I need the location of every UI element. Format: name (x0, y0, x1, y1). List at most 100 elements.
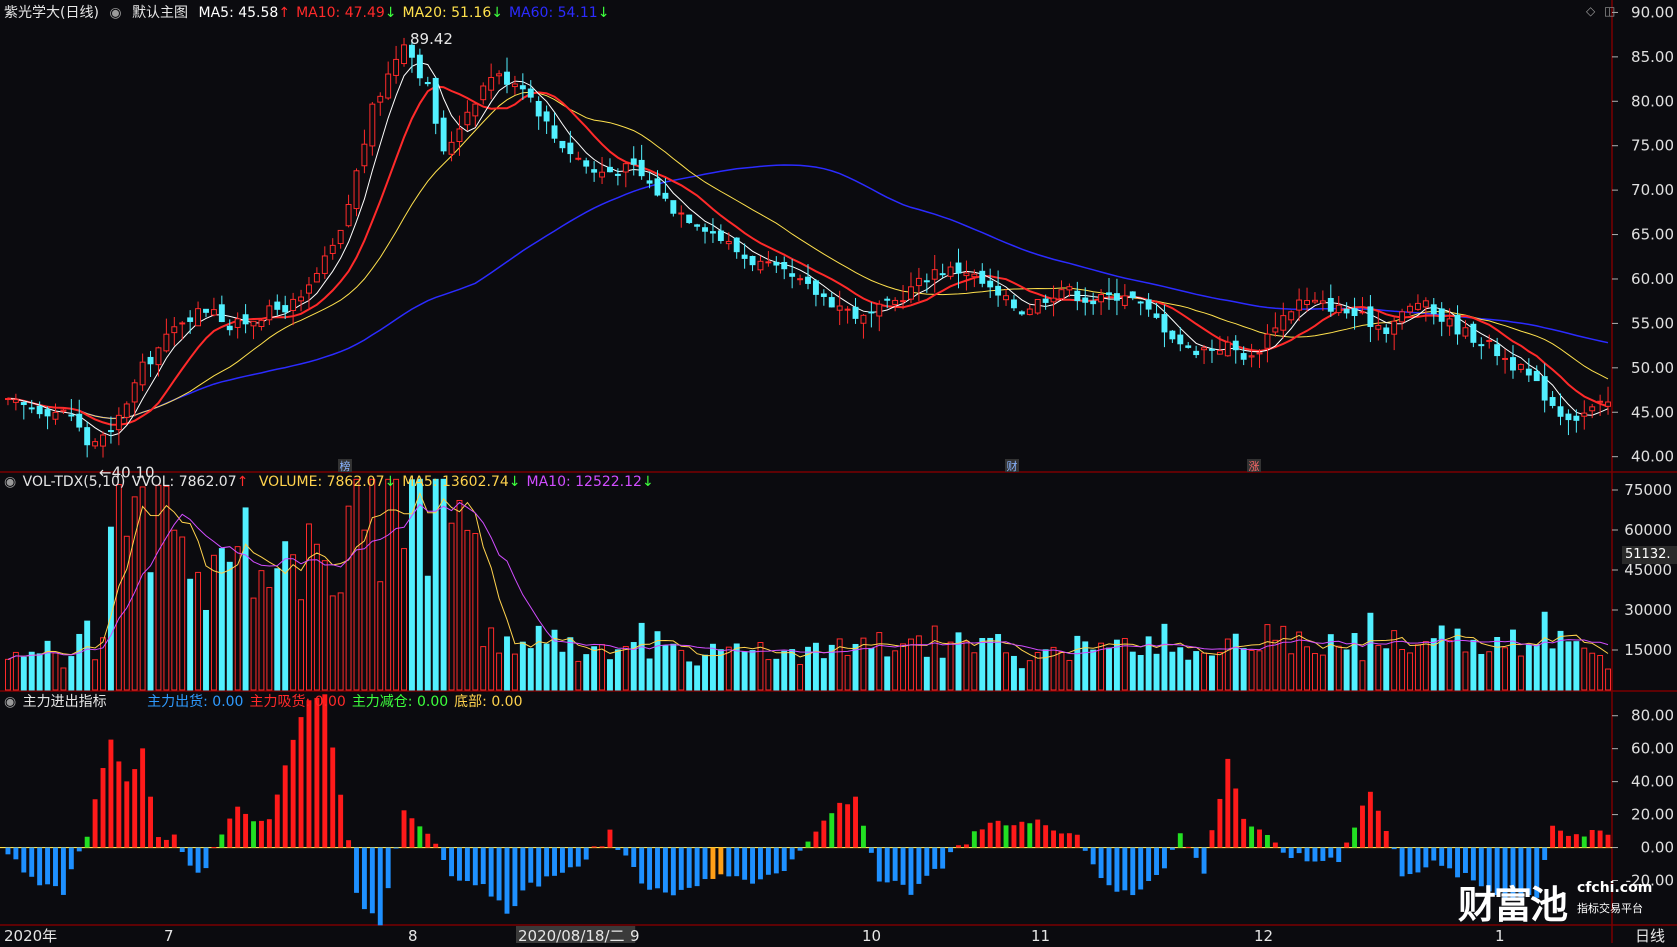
candle-up (329, 244, 336, 254)
indicator-bar-negative (639, 847, 645, 884)
stock-title[interactable]: 紫光学大(日线) (4, 5, 99, 21)
volume-bar-down (1185, 659, 1192, 691)
candle-down (1137, 301, 1144, 304)
indicator-bar-positive (1217, 798, 1223, 848)
candle-up (195, 308, 202, 327)
volume-bar-up (876, 632, 883, 691)
ma20-line (7, 91, 1609, 419)
candle-up (1399, 311, 1406, 323)
price-tick-label: 60.00 (1631, 270, 1674, 288)
volume-bar-up (464, 529, 471, 691)
candle-up (298, 296, 304, 302)
candle-up (836, 305, 843, 311)
indicator-bar-negative (876, 847, 882, 882)
indicator-bar-positive (1367, 791, 1373, 848)
indicator-bar-negative (1439, 847, 1445, 866)
volume-bar-down (28, 651, 35, 691)
candle-down (44, 409, 51, 417)
collapse-circle-icon[interactable]: ◉ (4, 474, 16, 490)
indicator-bar-negative (900, 847, 906, 885)
settings-circle-icon[interactable]: ◉ (109, 5, 121, 21)
volume-bar-up (1248, 649, 1255, 691)
main-chart-name[interactable]: 默认主图 (132, 5, 188, 21)
indicator-bar-negative (1399, 847, 1405, 877)
stock-chart-window[interactable]: 40.00 45.00 50.00 55.00 60.00 65.00 70.00 75.00… (0, 0, 1677, 945)
indicator-bar-negative (1328, 847, 1334, 858)
candle-up (139, 361, 146, 386)
indicator-bar-positive (956, 845, 961, 848)
indicator-bar-negative (45, 847, 51, 885)
collapse-circle-icon[interactable]: ◉ (4, 694, 16, 710)
volume-bar-up (448, 522, 455, 691)
indicator-bar-positive (971, 831, 977, 848)
volume-bar-down (567, 637, 574, 691)
indicator-bar-positive (821, 820, 827, 848)
volume-bar-down (416, 478, 423, 691)
ma-legend-item-arrow-0: ↑ (278, 5, 291, 21)
volume-bar-down (694, 665, 701, 691)
indicator-name[interactable]: 主力进出指标 (23, 694, 107, 710)
indicator-bar-negative (686, 847, 692, 888)
indicator-bar-negative (567, 847, 573, 868)
candle-up (1216, 350, 1223, 355)
volume-bar-down (1367, 612, 1374, 691)
stock-chart-canvas[interactable]: 40.0045.0050.0055.0060.0065.0070.0075.00… (0, 0, 1677, 945)
volume-bar-up (139, 486, 146, 691)
volume-bar-up (52, 652, 59, 691)
candle-down (805, 276, 811, 284)
volume-bar-up (1066, 659, 1073, 691)
indicator-bar-negative (908, 847, 914, 895)
indicator-bar-negative (457, 847, 462, 881)
indicator-bar-positive (116, 761, 122, 848)
indicator-bar-positive (409, 818, 415, 848)
volume-indicator-name[interactable]: VOL-TDX(5,10) (23, 474, 126, 490)
candle-down (1232, 340, 1239, 351)
indicator-bar-positive (314, 697, 320, 848)
candle-down (1153, 313, 1160, 318)
volume-legend-item-0: VOLUME: 7862.07 (258, 474, 385, 490)
volume-bar-down (1549, 648, 1556, 691)
candle-down (432, 77, 439, 124)
volume-bar-down (1153, 653, 1160, 691)
indicator-bar-positive (599, 846, 605, 848)
indicator-bar-positive (92, 799, 98, 848)
volume-bar-up (931, 625, 938, 691)
indicator-bar-positive (1249, 826, 1255, 848)
candle-up (1502, 357, 1509, 360)
candle-up (678, 212, 685, 215)
candle-down (1018, 311, 1025, 315)
candle-up (575, 157, 582, 160)
indicator-bar-negative (758, 847, 763, 880)
volume-bar-down (84, 620, 91, 691)
volume-bar-up (1502, 647, 1509, 691)
candle-down (630, 158, 637, 165)
volume-bar-down (242, 507, 249, 691)
volume-bar-up (1216, 651, 1223, 691)
candle-down (424, 82, 431, 85)
candle-up (210, 309, 217, 316)
candle-up (1026, 308, 1033, 316)
candle-up (52, 411, 59, 420)
candle-down (1161, 314, 1168, 333)
volume-bar-down (987, 637, 994, 691)
volume-bar-down (282, 541, 289, 691)
window-toggle-icon[interactable]: ◫ (1604, 4, 1615, 18)
candle-up (385, 73, 392, 99)
indicator-bar-positive (829, 813, 835, 848)
volume-bar-down (749, 650, 756, 691)
candle-up (1248, 355, 1255, 358)
indicator-bar-negative (512, 847, 518, 907)
diamond-icon[interactable]: ◇ (1586, 4, 1595, 18)
candle-down (1343, 308, 1350, 314)
volume-bar-up (313, 543, 320, 691)
indicator-bar-negative (575, 847, 581, 867)
indicator-bar-negative (60, 847, 66, 895)
candle-up (361, 143, 368, 167)
candle-up (1003, 295, 1009, 301)
candle-up (100, 434, 106, 447)
volume-bar-up (1224, 638, 1231, 691)
volume-bar-down (670, 643, 677, 691)
candle-down (1438, 308, 1445, 322)
indicator-bar-positive (1550, 825, 1556, 848)
volume-bar-up (123, 535, 130, 691)
